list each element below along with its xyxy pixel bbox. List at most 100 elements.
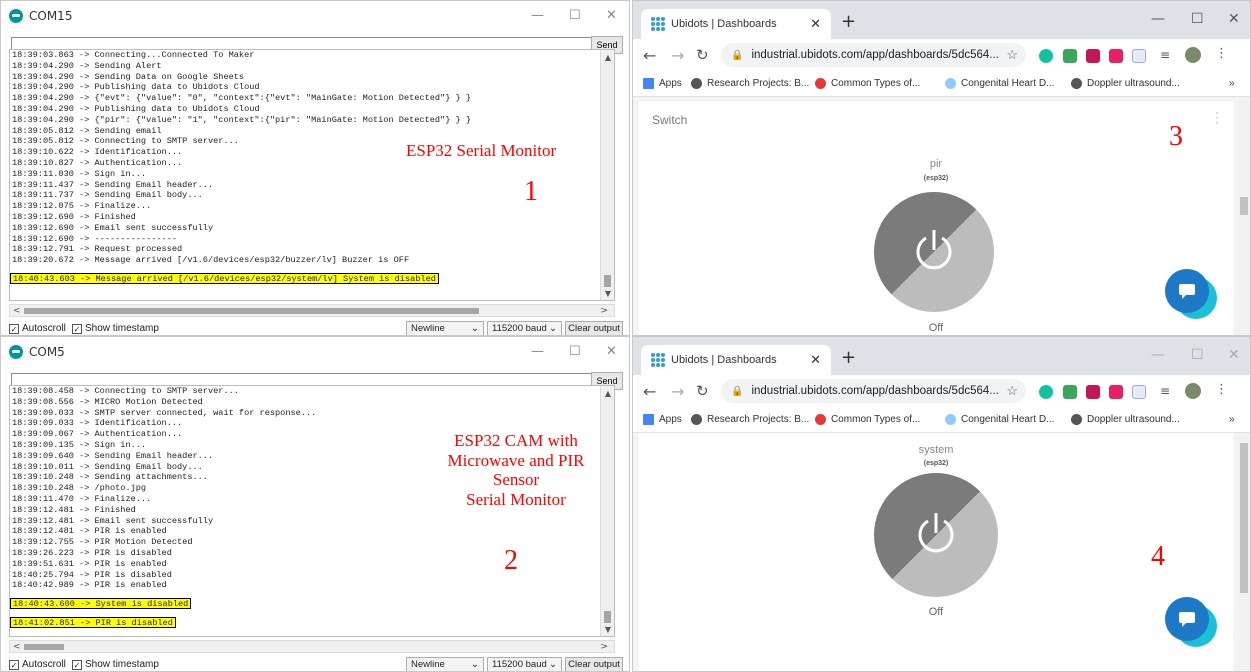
globe-icon bbox=[691, 414, 702, 425]
minimize-icon[interactable]: — bbox=[531, 344, 544, 359]
reading-list-icon[interactable]: ≡ bbox=[1160, 384, 1170, 398]
clear-output-button[interactable]: Clear output bbox=[565, 657, 623, 671]
hscroll-thumb[interactable] bbox=[24, 308, 479, 314]
scroll-thumb[interactable] bbox=[604, 611, 611, 623]
forward-icon[interactable]: → bbox=[671, 382, 684, 401]
serial-output[interactable]: 18:39:08.458 -> Connecting to SMTP serve… bbox=[9, 385, 615, 637]
timestamp-checkbox[interactable]: ✓ Show timestamp bbox=[72, 323, 159, 334]
toolbar: ← → ↻ 🔒 industrial.ubidots.com/app/dashb… bbox=[633, 375, 1250, 407]
bookmark-research[interactable]: Research Projects: B... bbox=[691, 78, 809, 89]
close-icon[interactable]: ✕ bbox=[606, 344, 617, 359]
extension-icon[interactable] bbox=[1063, 49, 1077, 63]
more-bookmarks-icon[interactable]: » bbox=[1229, 78, 1235, 89]
line-ending-select[interactable]: Newline ⌄ bbox=[406, 657, 484, 671]
scroll-down-icon[interactable]: ▼ bbox=[601, 624, 614, 636]
page-scrollbar[interactable] bbox=[1238, 97, 1250, 335]
close-icon[interactable]: ✕ bbox=[1228, 11, 1240, 27]
extension-icon[interactable] bbox=[1109, 49, 1123, 63]
reload-icon[interactable]: ↻ bbox=[696, 46, 709, 64]
horizontal-scrollbar[interactable]: < > bbox=[9, 304, 615, 317]
bookmark-label: Common Types of... bbox=[831, 414, 921, 425]
maximize-icon[interactable]: ☐ bbox=[569, 8, 581, 23]
widget-menu-icon[interactable]: · · · bbox=[1215, 107, 1219, 129]
minimize-icon[interactable]: — bbox=[1151, 347, 1165, 363]
bookmark-apps[interactable]: Apps bbox=[643, 414, 682, 425]
extension-icon[interactable] bbox=[1086, 385, 1100, 399]
back-icon[interactable]: ← bbox=[643, 382, 656, 401]
avatar[interactable] bbox=[1185, 47, 1201, 63]
highlighted-log-line: 18:41:02.851 -> PIR is disabled bbox=[10, 617, 176, 628]
extension-icon[interactable] bbox=[1132, 49, 1146, 63]
close-icon[interactable]: ✕ bbox=[810, 16, 821, 32]
extension-icon[interactable] bbox=[1086, 49, 1100, 63]
forward-icon[interactable]: → bbox=[671, 46, 684, 65]
chat-widget[interactable] bbox=[1165, 597, 1217, 647]
address-bar[interactable]: 🔒 industrial.ubidots.com/app/dashboards/… bbox=[721, 379, 1026, 403]
bookmark-research[interactable]: Research Projects: B... bbox=[691, 414, 809, 425]
timestamp-checkbox[interactable]: ✓ Show timestamp bbox=[72, 659, 159, 670]
extension-icon[interactable] bbox=[1063, 385, 1077, 399]
url-text: industrial.ubidots.com/app/dashboards/5d… bbox=[751, 49, 999, 61]
scroll-thumb[interactable] bbox=[1240, 443, 1248, 593]
bookmark-congenital[interactable]: Congenital Heart D... bbox=[945, 414, 1054, 425]
close-icon[interactable]: ✕ bbox=[1228, 347, 1240, 363]
vertical-scrollbar[interactable]: ▲ ▼ bbox=[600, 50, 614, 300]
bookmark-doppler[interactable]: Doppler ultrasound... bbox=[1071, 78, 1180, 89]
baud-select[interactable]: 115200 baud ⌄ bbox=[487, 657, 562, 671]
maximize-icon[interactable]: ☐ bbox=[1191, 11, 1204, 27]
bookmark-common-types[interactable]: Common Types of... bbox=[815, 78, 920, 89]
minimize-icon[interactable]: — bbox=[1151, 11, 1165, 27]
more-bookmarks-icon[interactable]: » bbox=[1229, 414, 1235, 425]
horizontal-scrollbar[interactable]: < > bbox=[9, 640, 615, 653]
scroll-right-icon[interactable]: > bbox=[600, 305, 608, 317]
tab-ubidots[interactable]: Ubidots | Dashboards ✕ bbox=[641, 345, 831, 375]
star-icon[interactable]: ☆ bbox=[1006, 47, 1018, 63]
scroll-left-icon[interactable]: < bbox=[13, 305, 21, 317]
chat-widget[interactable] bbox=[1165, 269, 1217, 319]
page-scrollbar[interactable] bbox=[1238, 433, 1250, 671]
extension-icon[interactable] bbox=[1109, 385, 1123, 399]
vertical-scrollbar[interactable]: ▲ ▼ bbox=[600, 386, 614, 636]
autoscroll-checkbox[interactable]: ✓ Autoscroll bbox=[9, 323, 66, 334]
minimize-icon[interactable]: — bbox=[531, 8, 544, 23]
globe-icon bbox=[1071, 414, 1082, 425]
address-bar[interactable]: 🔒 industrial.ubidots.com/app/dashboards/… bbox=[721, 43, 1026, 67]
bookmark-doppler[interactable]: Doppler ultrasound... bbox=[1071, 414, 1180, 425]
bookmark-congenital[interactable]: Congenital Heart D... bbox=[945, 78, 1054, 89]
power-switch[interactable] bbox=[874, 192, 994, 312]
scroll-thumb[interactable] bbox=[1240, 197, 1248, 215]
autoscroll-checkbox[interactable]: ✓ Autoscroll bbox=[9, 659, 66, 670]
hscroll-thumb[interactable] bbox=[24, 644, 64, 650]
bookmark-apps[interactable]: Apps bbox=[643, 78, 682, 89]
grammarly-icon[interactable] bbox=[1039, 385, 1053, 399]
maximize-icon[interactable]: ☐ bbox=[569, 344, 581, 359]
reload-icon[interactable]: ↻ bbox=[696, 382, 709, 400]
grammarly-icon[interactable] bbox=[1039, 49, 1053, 63]
scroll-down-icon[interactable]: ▼ bbox=[601, 288, 614, 300]
star-icon[interactable]: ☆ bbox=[1006, 383, 1018, 399]
menu-icon[interactable]: ⋮ bbox=[1215, 382, 1228, 397]
line-ending-select[interactable]: Newline ⌄ bbox=[406, 321, 484, 335]
highlighted-log-line: 18:40:43.600 -> System is disabled bbox=[10, 598, 192, 609]
maximize-icon[interactable]: ☐ bbox=[1191, 347, 1204, 363]
extension-icon[interactable] bbox=[1132, 385, 1146, 399]
scroll-thumb[interactable] bbox=[604, 275, 611, 287]
bookmark-common-types[interactable]: Common Types of... bbox=[815, 414, 920, 425]
power-switch[interactable] bbox=[874, 473, 998, 597]
scroll-up-icon[interactable]: ▲ bbox=[601, 388, 614, 400]
avatar[interactable] bbox=[1185, 383, 1201, 399]
clear-output-button[interactable]: Clear output bbox=[565, 321, 623, 335]
tab-ubidots[interactable]: Ubidots | Dashboards ✕ bbox=[641, 9, 831, 39]
menu-icon[interactable]: ⋮ bbox=[1215, 46, 1228, 61]
close-icon[interactable]: ✕ bbox=[810, 352, 821, 368]
new-tab-icon[interactable]: + bbox=[841, 347, 856, 368]
new-tab-icon[interactable]: + bbox=[841, 11, 856, 32]
reading-list-icon[interactable]: ≡ bbox=[1160, 48, 1170, 62]
scroll-right-icon[interactable]: > bbox=[600, 641, 608, 653]
baud-select[interactable]: 115200 baud ⌄ bbox=[487, 321, 562, 335]
serial-output[interactable]: 18:39:03.863 -> Connecting...Connected T… bbox=[9, 49, 615, 301]
back-icon[interactable]: ← bbox=[643, 46, 656, 65]
close-icon[interactable]: ✕ bbox=[606, 8, 617, 23]
scroll-up-icon[interactable]: ▲ bbox=[601, 52, 614, 64]
scroll-left-icon[interactable]: < bbox=[13, 641, 21, 653]
